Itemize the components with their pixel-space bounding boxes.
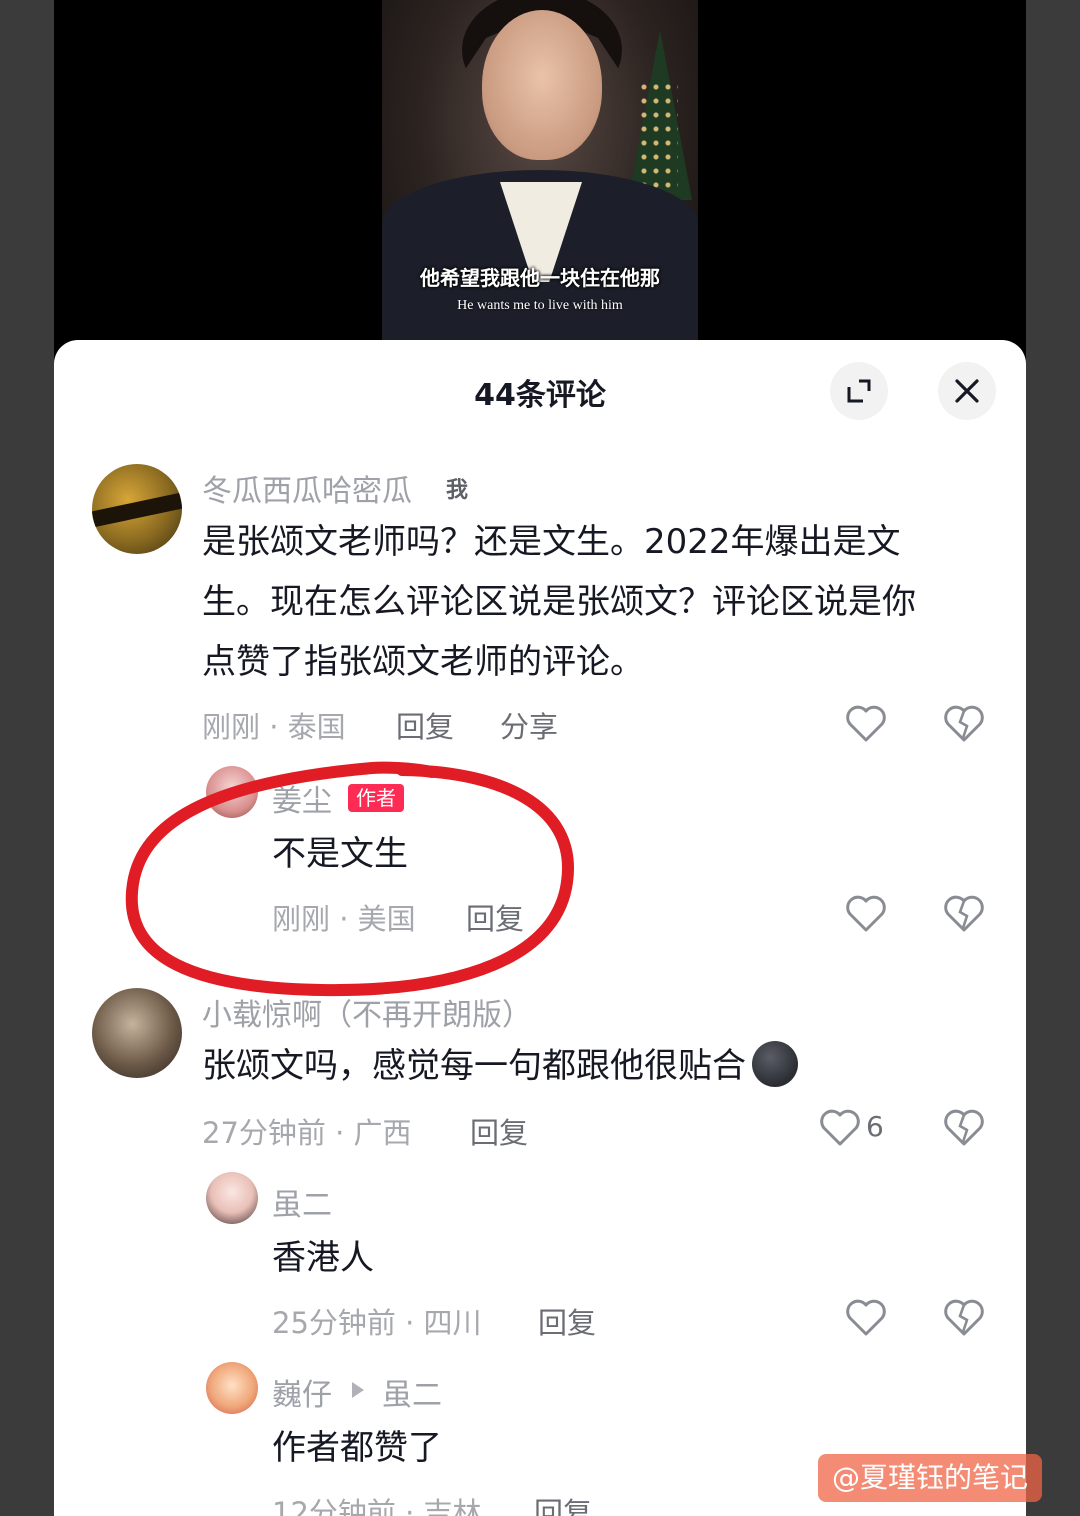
tree-lights [638,80,678,190]
comment-meta: 27分钟前 · 广西 [202,1116,412,1150]
right-margin [1026,0,1080,1516]
dislike-icon[interactable] [942,1106,986,1150]
video-subtitle-english: He wants me to live with him [457,298,623,313]
close-icon [955,379,979,403]
share-button[interactable]: 分享 [500,704,558,746]
comment-text-line: 生。现在怎么评论区说是张颂文？评论区说是你 [202,582,916,622]
reply-username[interactable]: 姜尘 [272,776,332,820]
reply-button[interactable]: 回复 [466,896,524,938]
like-count: 6 [866,1110,884,1143]
expand-icon [847,379,871,403]
reply-button[interactable]: 回复 [470,1110,528,1152]
comment-username[interactable]: 小载惊啊（不再开朗版） [202,990,532,1034]
expand-button[interactable] [830,362,888,420]
comment-text: 张颂文吗，感觉每一句都跟他很贴合 [202,1036,798,1096]
watermark: @夏瑾钰的笔记 [818,1454,1043,1502]
comment-text: 是张颂文老师吗？还是文生。2022年爆出是文 生。现在怎么评论区说是张颂文？评论… [202,512,1002,692]
like-icon[interactable] [844,1296,888,1340]
reply-button[interactable]: 回复 [396,704,454,746]
reply-meta: 25分钟前 · 四川 [272,1306,482,1340]
video-player[interactable]: 他希望我跟他一块住在他那 He wants me to live with hi… [382,0,698,345]
reply-text: 香港人 [272,1238,374,1278]
avatar[interactable] [92,464,182,554]
left-margin [0,0,54,1516]
comment-text-content: 张颂文吗，感觉每一句都跟他很贴合 [202,1046,746,1086]
reply-button[interactable]: 回复 [538,1300,596,1342]
comment-username[interactable]: 冬瓜西瓜哈密瓜 [202,466,412,510]
like-icon[interactable] [818,1106,862,1150]
video-subtitle-chinese: 他希望我跟他一块住在他那 [420,266,660,290]
reply-arrow-icon [352,1382,364,1398]
author-badge: 作者 [348,784,404,812]
emoji-icon [752,1040,798,1087]
dislike-icon[interactable] [942,892,986,936]
avatar[interactable] [206,766,258,818]
reply-username[interactable]: 虽二 [272,1180,332,1224]
reply-to-username[interactable]: 虽二 [382,1370,442,1414]
avatar[interactable] [206,1172,258,1224]
dislike-icon[interactable] [942,1296,986,1340]
like-icon[interactable] [844,702,888,746]
reply-meta: 12分钟前 · 吉林 [272,1496,482,1516]
comments-panel: 44条评论 冬瓜西瓜哈密瓜 我 是张颂文老师吗？还是文生。2022年爆出是文 生… [54,340,1026,1516]
presenter-face [482,10,602,160]
screenshot: 他希望我跟他一块住在他那 He wants me to live with hi… [0,0,1080,1516]
close-button[interactable] [938,362,996,420]
dislike-icon[interactable] [942,702,986,746]
reply-username[interactable]: 巍仔 [272,1370,332,1414]
reply-meta: 刚刚 · 美国 [272,902,416,936]
reply-button[interactable]: 回复 [534,1490,592,1516]
avatar[interactable] [206,1362,258,1414]
avatar[interactable] [92,988,182,1078]
reply-text: 作者都赞了 [272,1428,442,1468]
comment-text-line: 点赞了指张颂文老师的评论。 [202,642,644,682]
reply-text: 不是文生 [272,834,408,874]
like-icon[interactable] [844,892,888,936]
me-badge: 我 [446,478,469,503]
comment-meta: 刚刚 · 泰国 [202,710,346,744]
comment-text-line: 是张颂文老师吗？还是文生。2022年爆出是文 [202,522,901,562]
